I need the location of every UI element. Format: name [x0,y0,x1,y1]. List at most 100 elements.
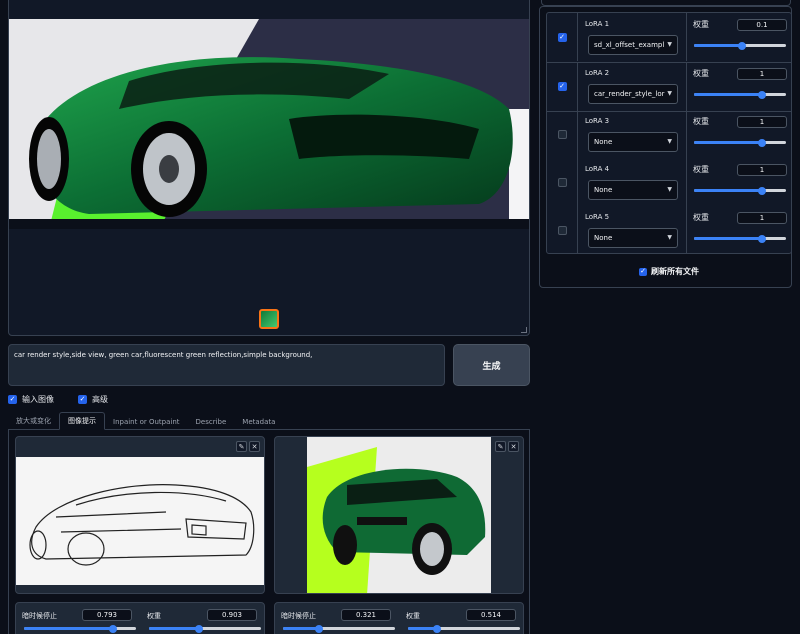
lora-5-slider-knob[interactable] [758,234,767,243]
lora-5-slider-fill [694,237,763,240]
lora-3-model-value: None [594,138,613,146]
weight-slider[interactable] [408,624,520,633]
stop-at-slider-fill [24,627,113,630]
pencil-icon[interactable]: ✎ [236,441,247,452]
lora-2-slider-fill [694,93,763,96]
chevron-down-icon: ▼ [667,138,672,145]
lora-5-weight-slider[interactable] [694,234,786,243]
lora-1-checkbox[interactable]: ✓ [557,32,567,42]
lora-1-weight-slider[interactable] [694,41,786,50]
stop-at-slider[interactable] [24,624,136,633]
lora-2-weight-slider[interactable] [694,90,786,99]
lora-3-weight-slider[interactable] [694,138,786,147]
refresh-label: 刷新所有文件 [651,267,699,276]
weight-slider-knob[interactable] [433,624,442,633]
lora-row-5: LoRA 5 None ▼ 权重 1 [547,206,791,254]
close-icon[interactable]: ✕ [508,441,519,452]
stop-at-slider-knob[interactable] [108,624,117,633]
tab-metadata[interactable]: Metadata [234,415,283,429]
advanced-checkbox[interactable]: ✓ [78,395,87,404]
lora-5-weight-input[interactable]: 1 [737,212,787,224]
tab-describe[interactable]: Describe [188,415,235,429]
lora-1-slider-knob[interactable] [737,41,746,50]
lora-2-model-value: car_render_style_lor [594,90,665,98]
chevron-down-icon: ▼ [667,90,672,97]
lora-5-model-select[interactable]: None ▼ [588,228,678,248]
lora-1-model-value: sd_xl_offset_exampl [594,41,665,49]
lora-4-slider-knob[interactable] [758,186,767,195]
input-image-option[interactable]: ✓ 输入图像 [8,394,54,405]
weight-slider-fill [149,627,200,630]
lora-row-4: LoRA 4 None ▼ 权重 1 [547,158,791,206]
generated-image[interactable] [9,19,529,229]
chevron-down-icon: ▼ [667,234,672,241]
resize-handle[interactable] [521,327,527,333]
lora-3-weight-label: 权重 [693,117,709,126]
advanced-label: 高级 [92,395,108,404]
weight-input[interactable]: 0.903 [207,609,257,621]
lora-4-weight-slider[interactable] [694,186,786,195]
lora-1-model-select[interactable]: sd_xl_offset_exampl ▼ [588,35,678,55]
advanced-option[interactable]: ✓ 高级 [78,394,108,405]
lora-row-2: ✓ LoRA 2 car_render_style_lor ▼ 权重 1 [547,62,791,110]
lora-1-weight-input[interactable]: 0.1 [737,19,787,31]
pencil-icon[interactable]: ✎ [495,441,506,452]
stop-at-input[interactable]: 0.321 [341,609,391,621]
refresh-files-option[interactable]: ✓ 刷新所有文件 [639,266,699,277]
tab-upscale-variation[interactable]: 放大或变化 [8,413,59,429]
lora-5-weight-label: 权重 [693,213,709,222]
lora-2-checkbox[interactable]: ✓ [557,81,567,91]
gallery-thumbnail[interactable] [259,309,279,329]
lora-2-slider-knob[interactable] [758,90,767,99]
lora-4-model-select[interactable]: None ▼ [588,180,678,200]
image-prompt-card-1[interactable]: ✎ ✕ [15,436,265,594]
input-image-label: 输入图像 [22,395,54,404]
weight-label: 权重 [406,612,420,620]
generate-button[interactable]: 生成 [453,344,530,386]
green-car-render-image [9,19,529,229]
lora-3-checkbox[interactable] [557,129,567,139]
refresh-checkbox[interactable]: ✓ [639,267,647,276]
weight-slider-knob[interactable] [195,624,204,633]
chevron-down-icon: ▼ [667,186,672,193]
lora-5-label: LoRA 5 [585,213,610,221]
lora-1-label: LoRA 1 [585,20,610,28]
tab-image-prompt[interactable]: 图像提示 [59,412,105,430]
lora-4-label: LoRA 4 [585,165,610,173]
lora-5-model-value: None [594,234,613,242]
stop-at-slider[interactable] [283,624,395,633]
lora-3-slider-fill [694,141,763,144]
input-image-checkbox[interactable]: ✓ [8,395,17,404]
prompt-input[interactable]: car render style,side view, green car,fl… [8,344,445,386]
lora-3-model-select[interactable]: None ▼ [588,132,678,152]
lora-row-3: LoRA 3 None ▼ 权重 1 [547,110,791,158]
lora-4-model-value: None [594,186,613,194]
lora-2-model-select[interactable]: car_render_style_lor ▼ [588,84,678,104]
weight-label: 权重 [147,612,161,620]
image-prompt-settings-1: 暗时候停止 0.793 权重 0.903 [15,602,265,634]
lora-list: ✓ LoRA 1 sd_xl_offset_exampl ▼ 权重 0.1 ✓ L… [546,12,792,254]
sketch-car-image [16,457,264,585]
lora-4-weight-input[interactable]: 1 [737,164,787,176]
weight-input[interactable]: 0.514 [466,609,516,621]
green-suv-reference-image [307,437,491,593]
lora-3-label: LoRA 3 [585,117,610,125]
weight-slider[interactable] [149,624,261,633]
lora-5-checkbox[interactable] [557,225,567,235]
close-icon[interactable]: ✕ [249,441,260,452]
lora-3-weight-input[interactable]: 1 [737,116,787,128]
lora-1-weight-label: 权重 [693,20,709,29]
image-prompt-panel: ✎ ✕ ✎ ✕ 暗时候停止 0.793 权重 0.903 暗时候停止 0.321… [8,430,530,634]
lora-4-checkbox[interactable] [557,177,567,187]
lora-3-slider-knob[interactable] [758,138,767,147]
lora-2-weight-input[interactable]: 1 [737,68,787,80]
lora-4-slider-fill [694,189,763,192]
stop-at-label: 暗时候停止 [22,612,57,620]
stop-at-input[interactable]: 0.793 [82,609,132,621]
tab-inpaint-outpaint[interactable]: Inpaint or Outpaint [105,415,188,429]
image-prompt-card-2[interactable]: ✎ ✕ [274,436,524,594]
image-prompt-settings-2: 暗时候停止 0.321 权重 0.514 [274,602,524,634]
stop-at-slider-knob[interactable] [314,624,323,633]
chevron-down-icon: ▼ [667,41,672,48]
lora-1-slider-fill [694,44,742,47]
